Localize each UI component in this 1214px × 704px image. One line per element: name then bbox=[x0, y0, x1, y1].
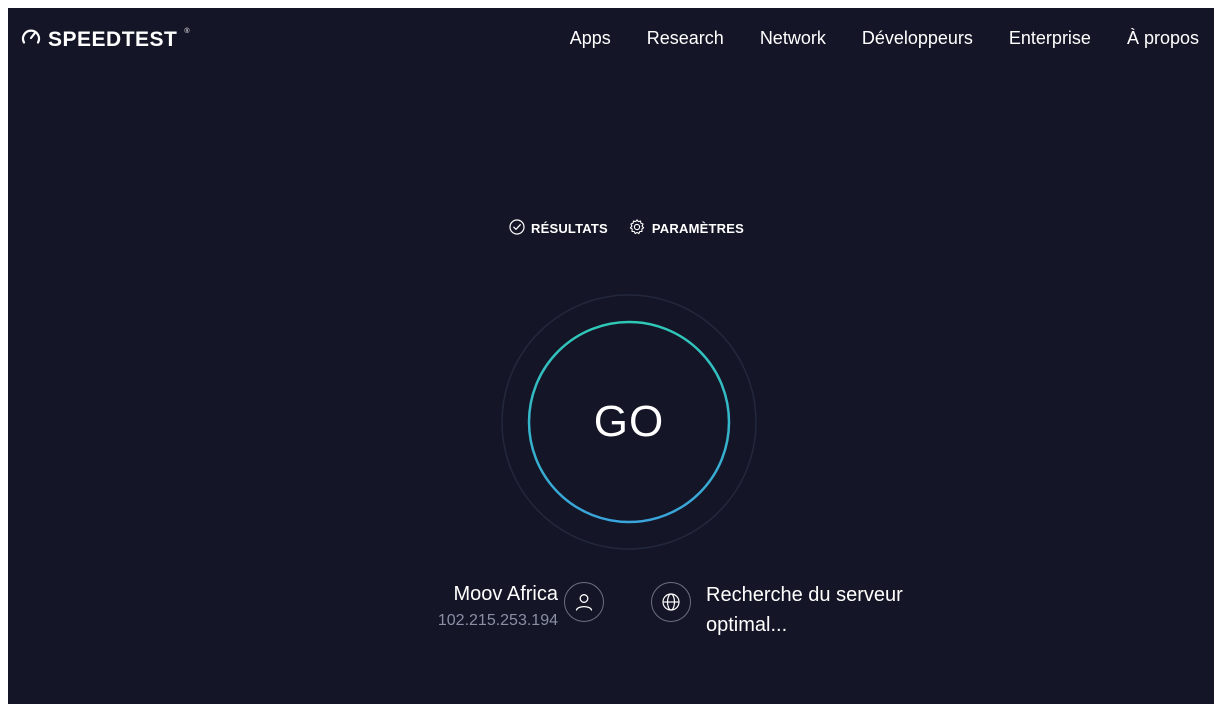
tab-settings-label: PARAMÈTRES bbox=[651, 221, 744, 236]
main-nav: Apps Research Network Développeurs Enter… bbox=[570, 28, 1199, 49]
nav-item-research[interactable]: Research bbox=[647, 28, 724, 49]
provider-ip: 102.215.253.194 bbox=[437, 612, 558, 629]
speedtest-logo[interactable]: SPEEDTEST ® bbox=[20, 26, 190, 53]
speedometer-icon bbox=[20, 26, 42, 53]
result-settings-tabs: RÉSULTATS PARAMÈTRES bbox=[509, 218, 744, 239]
provider-name: Moov Africa bbox=[453, 583, 558, 605]
nav-item-enterprise[interactable]: Enterprise bbox=[1009, 28, 1091, 49]
user-icon[interactable] bbox=[564, 582, 604, 622]
tab-settings[interactable]: PARAMÈTRES bbox=[628, 218, 744, 239]
logo-trademark: ® bbox=[184, 28, 190, 35]
gear-icon bbox=[628, 218, 646, 239]
nav-item-a-propos[interactable]: À propos bbox=[1127, 28, 1199, 49]
tab-results-label: RÉSULTATS bbox=[531, 221, 608, 236]
inner-ring bbox=[527, 320, 731, 524]
globe-icon[interactable] bbox=[651, 582, 691, 622]
go-button[interactable]: GO bbox=[500, 288, 758, 556]
nav-item-apps[interactable]: Apps bbox=[570, 28, 611, 49]
nav-item-network[interactable]: Network bbox=[760, 28, 826, 49]
provider-info: Moov Africa 102.215.253.194 bbox=[438, 583, 558, 630]
nav-item-developpeurs[interactable]: Développeurs bbox=[862, 28, 973, 49]
server-status[interactable]: Recherche du serveur optimal... bbox=[706, 580, 966, 640]
check-circle-icon bbox=[509, 219, 525, 238]
logo-text: SPEEDTEST bbox=[48, 27, 178, 51]
go-button-rings bbox=[501, 294, 757, 550]
tab-results[interactable]: RÉSULTATS bbox=[509, 219, 608, 238]
speedtest-page: SPEEDTEST ® Apps Research Network Dévelo… bbox=[8, 8, 1214, 704]
